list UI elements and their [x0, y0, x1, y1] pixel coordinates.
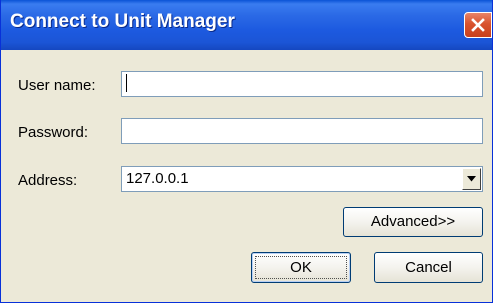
- password-field[interactable]: [121, 118, 483, 144]
- advanced-button-label: Advanced>>: [370, 213, 456, 230]
- advanced-button[interactable]: Advanced>>: [343, 207, 483, 237]
- address-dropdown-button[interactable]: [462, 168, 481, 190]
- close-icon: [471, 18, 485, 32]
- username-label: User name:: [18, 77, 96, 94]
- address-value: 127.0.0.1: [126, 170, 189, 187]
- cancel-button[interactable]: Cancel: [374, 252, 483, 283]
- address-combobox[interactable]: 127.0.0.1: [121, 166, 483, 192]
- window-title: Connect to Unit Manager: [10, 11, 235, 32]
- ok-button-label: OK: [290, 259, 312, 276]
- chevron-down-icon: [467, 176, 476, 182]
- text-caret: [126, 74, 127, 92]
- ok-button[interactable]: OK: [251, 252, 351, 283]
- title-bar[interactable]: Connect to Unit Manager: [1, 0, 492, 50]
- close-button[interactable]: [464, 12, 492, 38]
- password-label: Password:: [18, 124, 89, 141]
- username-field[interactable]: [121, 71, 483, 97]
- address-label: Address:: [18, 172, 78, 189]
- connect-dialog: Connect to Unit Manager User name: Passw…: [0, 0, 493, 303]
- cancel-button-label: Cancel: [405, 259, 452, 276]
